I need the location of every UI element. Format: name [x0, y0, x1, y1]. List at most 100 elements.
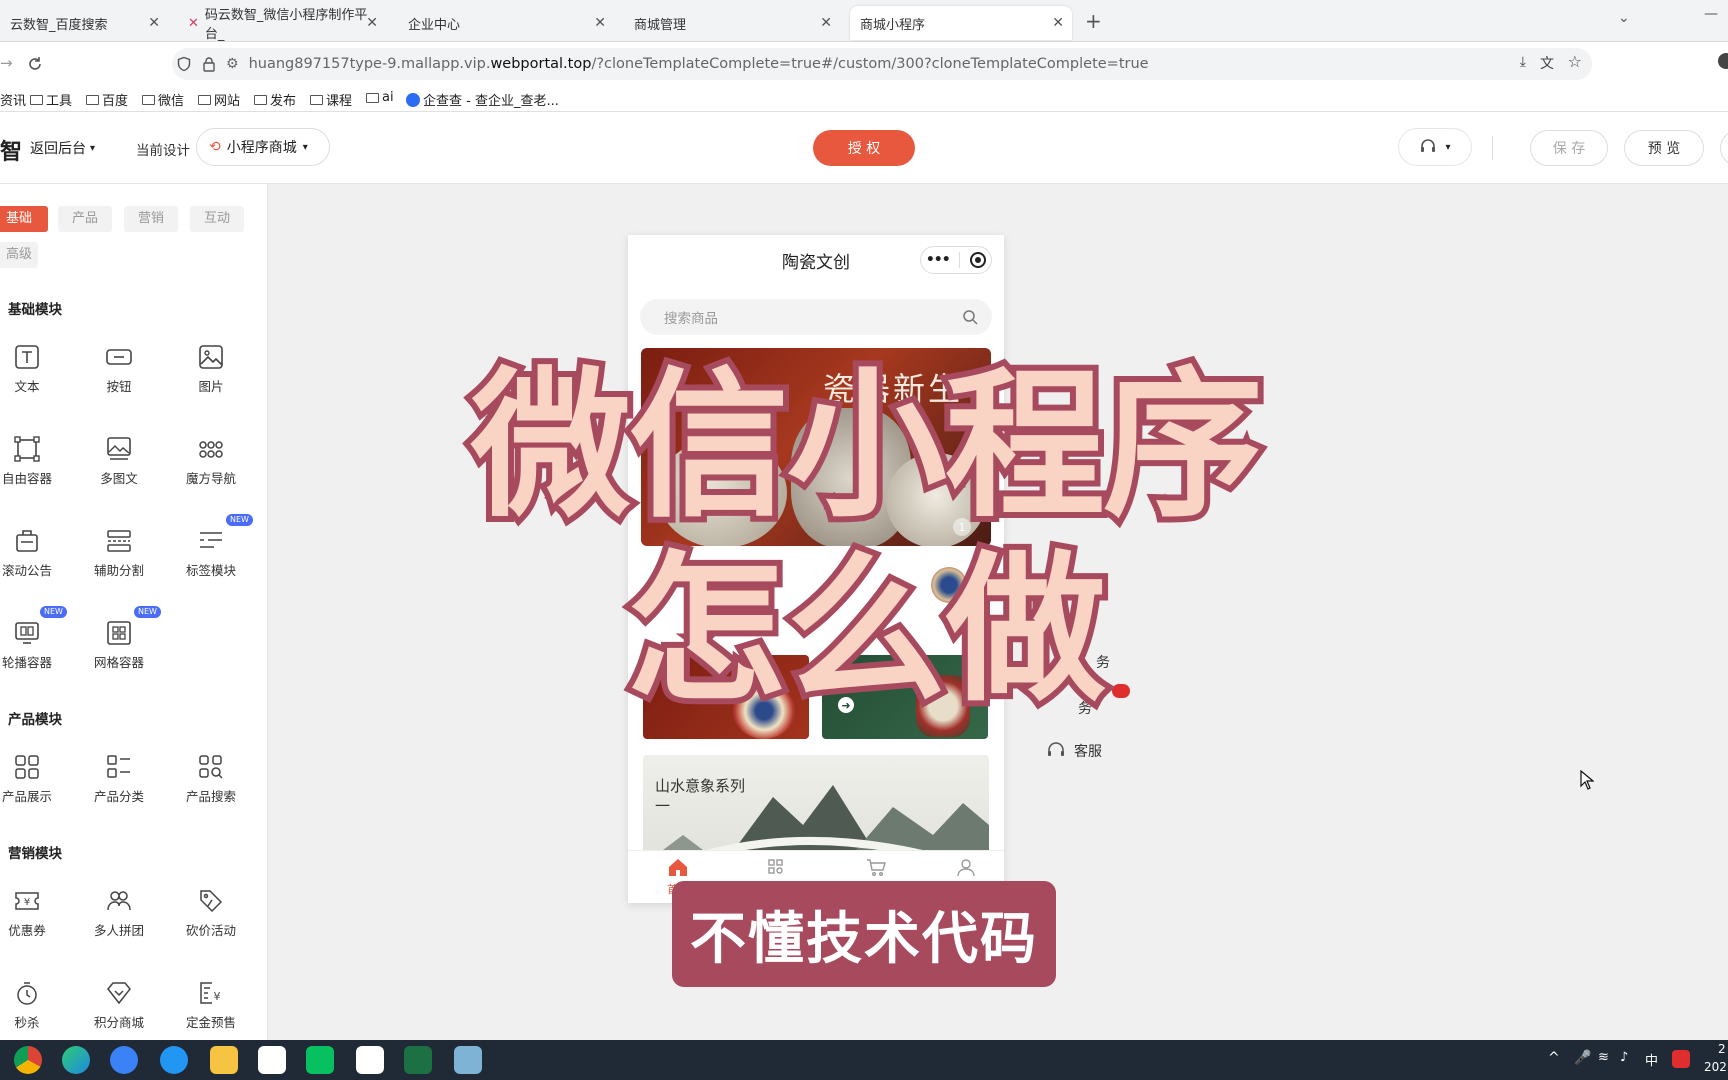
authorize-button[interactable]: 授 权	[813, 130, 915, 166]
tab-label: 高级	[6, 247, 33, 262]
install-icon[interactable]: ⤓	[1520, 54, 1526, 70]
forward-icon[interactable]: →	[0, 54, 13, 72]
tab-baidu[interactable]: 云数智_百度搜索 ✕	[0, 6, 168, 40]
bookmark-folder[interactable]: ai	[366, 90, 394, 105]
preview-button[interactable]: 预 览	[1624, 130, 1704, 166]
site-settings-icon[interactable]: ⚙	[226, 56, 239, 72]
tab-platform[interactable]: ✕ 码云数智_微信小程序制作平台_ ✕	[178, 6, 386, 42]
block-product-display[interactable]: 产品展示	[0, 754, 72, 824]
lock-icon[interactable]	[202, 56, 216, 72]
tab-category[interactable]	[756, 857, 796, 881]
microphone-icon[interactable]: 🎤	[1574, 1050, 1591, 1066]
block-tag[interactable]: 标签模块 NEW	[166, 514, 256, 598]
tab-cart[interactable]	[856, 857, 896, 881]
url-text: huang897157type-9.mallapp.vip.webportal.…	[249, 56, 1149, 72]
browser-icon[interactable]	[160, 1046, 188, 1074]
extension-icon[interactable]	[1718, 53, 1728, 69]
close-miniprogram-icon[interactable]	[970, 252, 987, 268]
block-magic-nav[interactable]: 魔方导航	[166, 436, 256, 506]
block-bargain[interactable]: 砍价活动	[166, 888, 256, 958]
block-image[interactable]: 图片	[166, 344, 256, 414]
clock-time[interactable]: 2	[1718, 1042, 1726, 1056]
bookmark-folder[interactable]: 百度	[86, 90, 128, 109]
block-label: 按钮	[106, 379, 132, 394]
block-free-container[interactable]: 自由容器	[0, 436, 72, 506]
bookmark-label: 企查查 - 查企业_查老...	[423, 94, 559, 109]
block-divider[interactable]: 辅助分割	[74, 528, 164, 598]
block-text[interactable]: 文本	[0, 344, 72, 414]
tab-product[interactable]: 产品	[58, 206, 113, 232]
tab-mall-miniprogram[interactable]: 商城小程序 ✕	[850, 6, 1072, 40]
block-group-buy[interactable]: 多人拼团	[74, 888, 164, 958]
volume-icon[interactable]: ♪	[1620, 1050, 1628, 1065]
current-design-label: 当前设计	[136, 143, 190, 159]
block-button[interactable]: 按钮	[74, 344, 164, 414]
bookmark-folder[interactable]: 发布	[254, 90, 296, 109]
block-carousel-container[interactable]: 轮播容器 NEW	[0, 606, 72, 690]
bookmark-qichacha[interactable]: 企查查 - 查企业_查老...	[406, 90, 559, 109]
block-product-search[interactable]: 产品搜索	[166, 754, 256, 824]
back-to-admin-button[interactable]: 返回后台 ▾	[30, 138, 95, 158]
notepad-icon[interactable]	[454, 1046, 482, 1074]
side-menu-service[interactable]: 客服	[1046, 741, 1102, 761]
tab-marketing[interactable]: 营销	[124, 206, 179, 232]
support-dropdown[interactable]: ▾	[1398, 128, 1472, 166]
bookmark-folder[interactable]: 课程	[310, 90, 352, 109]
more-icon[interactable]: •••	[926, 252, 951, 268]
chevron-down-icon: ▾	[1445, 141, 1451, 153]
chevron-down-icon[interactable]: ⌄	[1618, 10, 1630, 26]
tab-mall-admin[interactable]: 商城管理 ✕	[624, 6, 840, 40]
close-icon[interactable]: ✕	[148, 15, 160, 31]
tab-interaction[interactable]: 互动	[190, 206, 245, 232]
tab-basic[interactable]: 基础	[0, 206, 48, 232]
folder-icon[interactable]	[210, 1046, 238, 1074]
new-tab-icon[interactable]: +	[1085, 9, 1102, 33]
bookmark-folder[interactable]: 网站	[198, 90, 240, 109]
bookmark-folder[interactable]: 微信	[142, 90, 184, 109]
tab-advanced[interactable]: 高级	[0, 242, 39, 268]
bookmark-item[interactable]: 资讯	[0, 90, 26, 109]
block-multi-image-text[interactable]: 多图文	[74, 436, 164, 506]
close-icon[interactable]: ✕	[1052, 15, 1064, 31]
chrome-icon[interactable]	[14, 1046, 42, 1074]
taskbar: ^ 🎤 ≋ ♪ 中 2 202	[0, 1040, 1728, 1080]
design-select[interactable]: ⟲ 小程序商城 ▾	[196, 128, 330, 166]
bookmark-folder[interactable]: 工具	[30, 90, 72, 109]
edge-icon[interactable]	[62, 1046, 90, 1074]
search-input[interactable]: 搜索商品	[640, 299, 992, 335]
block-scroll-notice[interactable]: 滚动公告	[0, 528, 72, 598]
publish-button[interactable]	[1720, 130, 1728, 166]
wechat-icon[interactable]	[306, 1046, 334, 1074]
shield-icon[interactable]	[176, 56, 192, 72]
save-button[interactable]: 保 存	[1530, 130, 1608, 166]
minimize-icon[interactable]: —	[1704, 6, 1718, 22]
app-icon[interactable]	[110, 1046, 138, 1074]
tab-profile[interactable]	[946, 857, 986, 881]
tab-label: 营销	[138, 211, 165, 226]
star-icon[interactable]: ☆	[1568, 52, 1582, 71]
block-product-category[interactable]: 产品分类	[74, 754, 164, 824]
translate-icon[interactable]: 文	[1540, 53, 1554, 73]
service-label: 客服	[1074, 744, 1102, 760]
capsule-menu[interactable]: •••	[920, 246, 992, 274]
home-icon	[669, 859, 687, 876]
sogou-icon[interactable]	[1672, 1050, 1690, 1068]
wifi-icon[interactable]: ≋	[1598, 1050, 1609, 1065]
tab-enterprise[interactable]: 企业中心 ✕	[398, 6, 614, 40]
search-icon[interactable]	[962, 309, 978, 325]
block-grid-container[interactable]: 网格容器 NEW	[74, 606, 164, 690]
shanshui-series-card[interactable]: 山水意象系列 一	[643, 755, 989, 865]
input-method-indicator[interactable]: 中	[1645, 1050, 1658, 1069]
reload-icon[interactable]	[26, 55, 44, 73]
qq-icon[interactable]	[258, 1046, 286, 1074]
capcut-icon[interactable]	[356, 1046, 384, 1074]
tray-chevron-icon[interactable]: ^	[1548, 1050, 1560, 1066]
close-icon[interactable]: ✕	[820, 15, 832, 31]
url-field[interactable]: ⚙ huang897157type-9.mallapp.vip.webporta…	[172, 48, 1592, 80]
clock-date[interactable]: 202	[1704, 1060, 1727, 1074]
folder-icon	[86, 94, 99, 105]
close-icon[interactable]: ✕	[366, 15, 378, 31]
block-coupon[interactable]: ¥ 优惠券	[0, 888, 72, 958]
excel-icon[interactable]	[404, 1046, 432, 1074]
close-icon[interactable]: ✕	[594, 15, 606, 31]
